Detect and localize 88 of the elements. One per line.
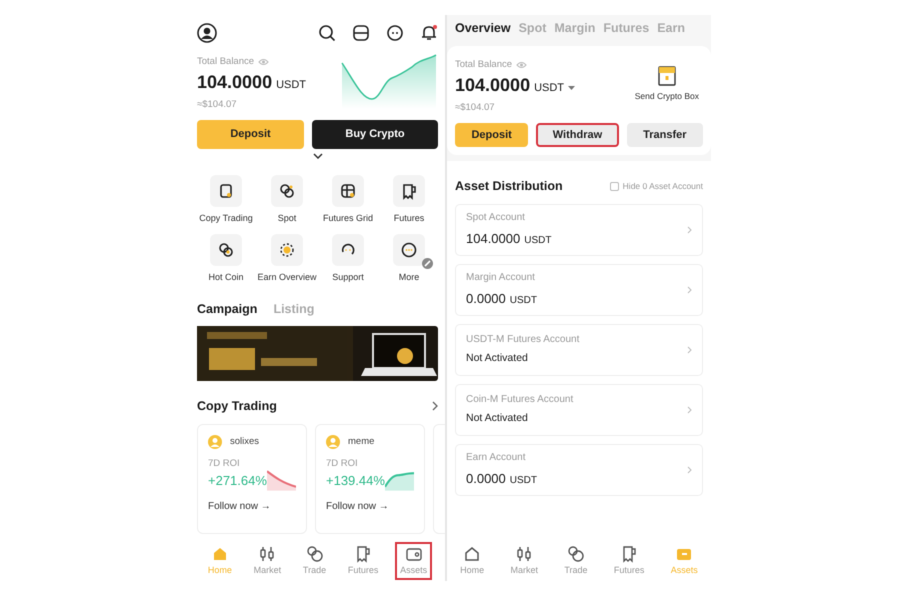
shortcut-button[interactable] (393, 234, 425, 266)
shortcut-label: Support (332, 270, 364, 284)
account-balance: Not Activated (466, 351, 528, 366)
shortcut-button[interactable] (332, 234, 364, 266)
search-icon[interactable] (318, 24, 336, 42)
shortcut-button[interactable] (393, 175, 425, 207)
balance-label: Total Balance (197, 55, 254, 69)
account-balance: 104.0000 (466, 230, 520, 248)
shortcut-label: Spot (278, 212, 296, 225)
shortcut-label: Copy Trading (199, 212, 253, 225)
avatar-icon (208, 434, 222, 449)
grid-icon (338, 181, 358, 201)
bell-icon[interactable] (420, 24, 438, 42)
send-box-label[interactable]: Send Crypto Box (634, 90, 699, 103)
shortcut-button[interactable] (271, 175, 303, 207)
fiat-value: ≈$104.07 (197, 98, 238, 112)
eye-icon (516, 60, 528, 69)
account-name: USDT-M Futures Account (466, 333, 580, 348)
account-card[interactable]: Earn Account 0.0000 USDT (455, 444, 703, 496)
fiat-value: ≈$104.07 (455, 100, 496, 114)
buy-crypto-button[interactable]: Buy Crypto (312, 120, 438, 149)
house-icon (463, 544, 482, 563)
shortcut-button[interactable] (210, 234, 242, 266)
gift-box-icon[interactable] (658, 66, 676, 86)
shortcut-label: Hot Coin (208, 270, 244, 284)
action-button[interactable]: Withdraw (536, 122, 619, 147)
shortcut-label: Futures (394, 212, 424, 225)
trend-sparkline (266, 468, 296, 490)
eye-icon (258, 58, 270, 66)
chevron-down-icon[interactable] (312, 153, 322, 159)
chevron-right-icon (687, 466, 692, 474)
currency-unit: USDT (534, 81, 564, 96)
coins-icon (566, 544, 585, 563)
balance-amount: 104.0000 (455, 76, 530, 96)
roi-label: 7D ROI (208, 456, 241, 471)
account-balance: 0.0000 (466, 290, 506, 308)
campaign-tab[interactable]: Campaign (197, 300, 258, 319)
currency-unit: USDT (276, 78, 306, 94)
currency-unit: USDT (510, 474, 537, 488)
section-title: Copy Trading (197, 398, 277, 415)
candlestick-icon (515, 544, 534, 563)
shortcut-label: More (398, 270, 420, 284)
account-tab[interactable]: Overview (455, 19, 511, 38)
account-card[interactable]: Margin Account 0.0000 USDT (455, 264, 703, 316)
shortcut-button[interactable] (271, 234, 303, 266)
currency-unit: USDT (524, 234, 552, 248)
trader-name: solixes (230, 434, 260, 448)
section-title: Asset Distribution (455, 178, 563, 195)
account-card[interactable]: Coin-M Futures Account Not Activated (455, 384, 703, 436)
avatar-icon (326, 434, 340, 449)
account-name: Margin Account (466, 271, 536, 286)
follow-link[interactable]: Follow now → (326, 498, 414, 514)
candlestick-icon (258, 544, 276, 563)
roi-value: +271.64% (208, 472, 267, 490)
avatar-icon[interactable] (197, 23, 217, 43)
account-balance: Not Activated (466, 411, 528, 426)
currency-unit: USDT (510, 294, 537, 308)
account-name: Coin-M Futures Account (466, 393, 574, 408)
edit-badge-icon[interactable] (422, 258, 433, 268)
shortcut-label: Futures Grid (322, 212, 373, 225)
shortcut-button[interactable] (332, 175, 364, 207)
trader-card[interactable]: meme 7D ROI +139.44% Follow now → (315, 424, 425, 534)
trader-card[interactable]: solixes 7D ROI +271.64% Follow now → (197, 424, 307, 534)
action-button[interactable]: Deposit (455, 122, 528, 147)
chevron-right-icon[interactable] (432, 401, 438, 412)
account-name: Spot Account (466, 211, 526, 226)
chevron-right-icon (687, 406, 692, 414)
roi-value: +139.44% (326, 472, 385, 490)
shortcut-button[interactable] (210, 175, 242, 207)
balance-label: Total Balance (455, 58, 512, 72)
roi-label: 7D ROI (326, 456, 359, 471)
chevron-right-icon (687, 226, 692, 234)
balance-amount: 104.0000 (197, 73, 272, 94)
chevron-right-icon (687, 286, 692, 294)
account-card[interactable]: Spot Account 104.0000 USDT (455, 204, 703, 256)
trader-name: meme (348, 434, 374, 448)
shortcut-label: Earn Overview (257, 270, 317, 284)
follow-link[interactable]: Follow now → (208, 498, 296, 514)
coins-icon (306, 544, 324, 563)
action-button[interactable]: Transfer (626, 122, 703, 147)
account-card[interactable]: USDT-M Futures Account Not Activated (455, 324, 703, 376)
chevron-right-icon (687, 346, 692, 354)
deposit-button[interactable]: Deposit (197, 120, 304, 149)
scan-icon[interactable] (352, 24, 370, 42)
caret-icon[interactable] (568, 86, 576, 91)
account-balance: 0.0000 (466, 470, 506, 488)
account-name: Earn Account (466, 451, 526, 466)
more-icon (399, 240, 419, 260)
